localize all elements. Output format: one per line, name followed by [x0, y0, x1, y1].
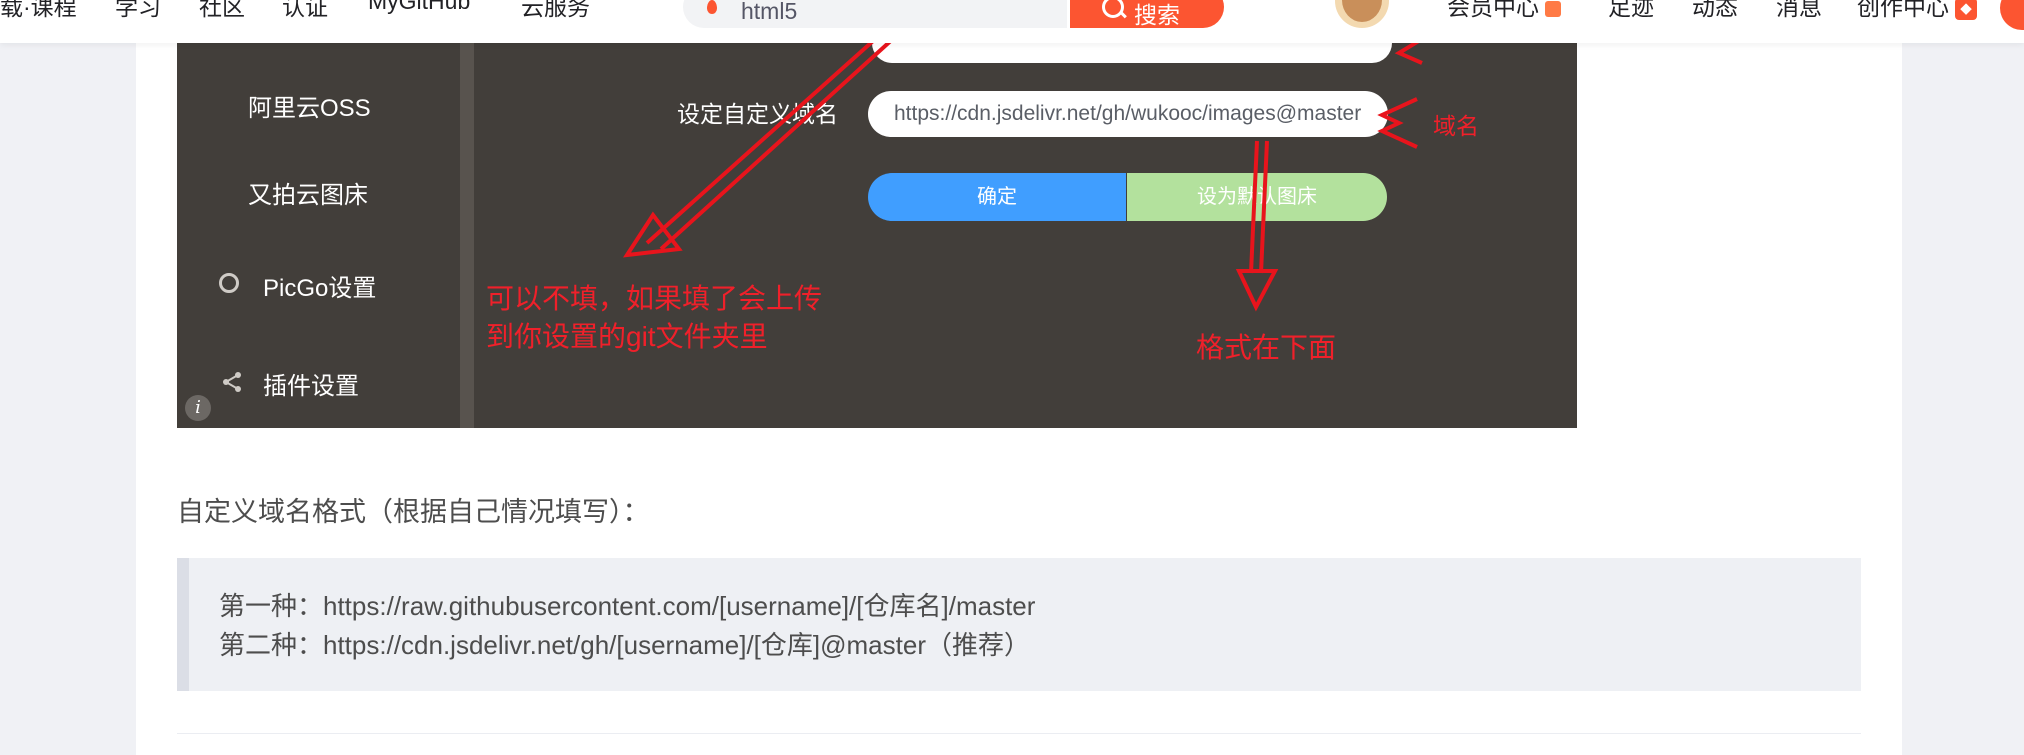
nav-item-activity[interactable]: 动态	[1692, 0, 1738, 22]
gift-icon	[1545, 0, 1561, 17]
format-caption: 自定义域名格式（根据自己情况填写）：	[177, 497, 650, 527]
annotation-optional-line2: 到你设置的git文件夹里	[486, 321, 768, 352]
avatar[interactable]	[1335, 0, 1389, 28]
annotation-arrows	[623, 43, 1423, 312]
search-value: html5	[741, 0, 798, 24]
section-divider	[177, 733, 1861, 734]
nav-item-community[interactable]: 社区	[199, 0, 245, 22]
picgo-screenshot: 阿里云OSS 又拍云图床 PicGo设置 插件设置 i 设定自定义域名 http…	[177, 43, 1577, 428]
nav-item-mygithub[interactable]: MyGitHub	[368, 0, 470, 15]
code-line-2: 第二种：https://cdn.jsdelivr.net/gh/[usernam…	[219, 630, 1030, 660]
write-button[interactable]	[2000, 0, 2024, 30]
nav-item-creator-center[interactable]: 创作中心 ◆	[1857, 0, 1977, 22]
code-block: 第一种：https://raw.githubusercontent.com/[u…	[177, 558, 1861, 691]
nav-item-vip-label: 会员中心	[1447, 0, 1539, 20]
search-button-label: 搜索	[1134, 2, 1180, 28]
annotation-optional-line1: 可以不填，如果填了会上传	[486, 283, 823, 314]
search-input[interactable]: html5	[683, 0, 1067, 28]
avatar-face	[1342, 0, 1382, 22]
code-line-1: 第一种：https://raw.githubusercontent.com/[u…	[219, 591, 1036, 621]
hot-flame-icon	[707, 0, 717, 14]
nav-item-vip[interactable]: 会员中心	[1447, 0, 1561, 22]
top-navbar: 载·课程 学习 社区 认证 MyGitHub 云服务 html5 搜索 会员中心…	[0, 0, 2024, 43]
search-icon	[1102, 0, 1124, 18]
nav-item-learn[interactable]: 学习	[115, 0, 161, 22]
nav-item-certification[interactable]: 认证	[282, 0, 328, 22]
search-button[interactable]: 搜索	[1070, 0, 1224, 28]
creator-badge-icon: ◆	[1955, 0, 1977, 20]
nav-item-footprint[interactable]: 足迹	[1608, 0, 1654, 22]
nav-item-messages[interactable]: 消息	[1776, 0, 1822, 22]
annotation-domain: 域名	[1433, 113, 1479, 139]
nav-item-courses[interactable]: 载·课程	[0, 0, 77, 22]
nav-item-cloud[interactable]: 云服务	[521, 0, 590, 22]
nav-item-creator-label: 创作中心	[1857, 0, 1949, 20]
annotation-format-below: 格式在下面	[1196, 332, 1337, 363]
